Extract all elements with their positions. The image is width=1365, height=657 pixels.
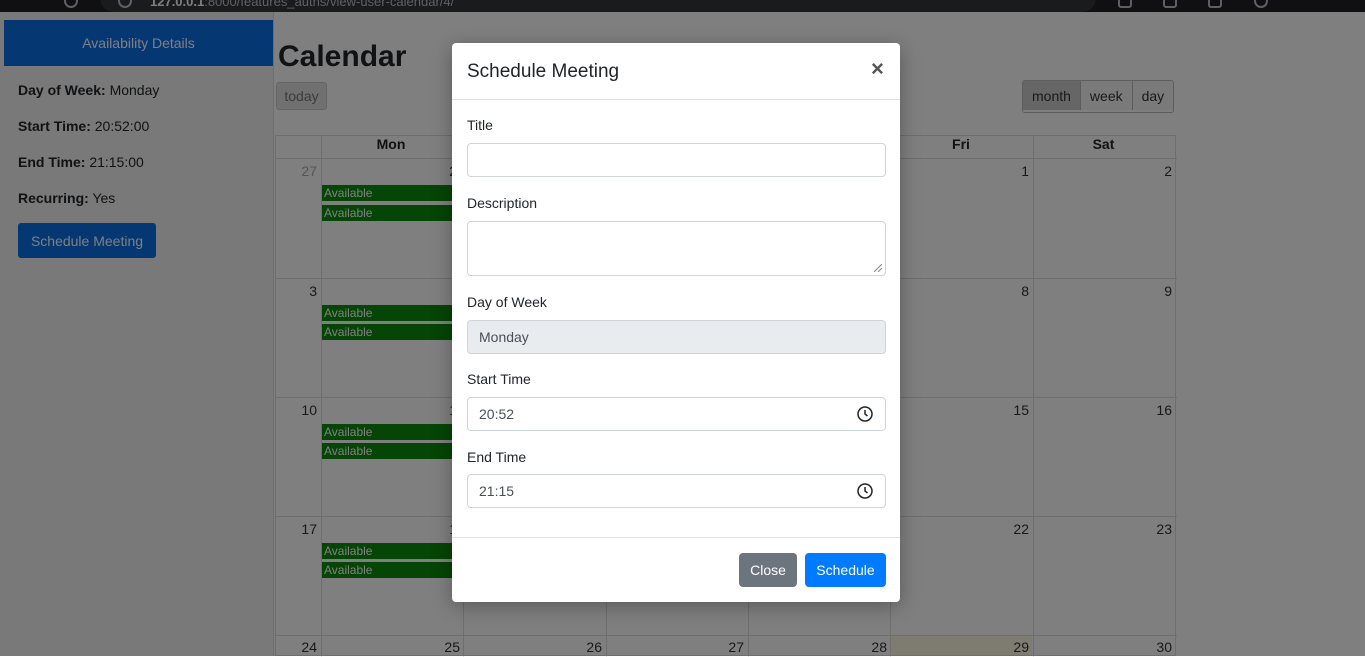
- schedule-meeting-modal: Schedule Meeting × Title Description Day…: [452, 43, 900, 602]
- close-button[interactable]: Close: [739, 553, 797, 587]
- modal-title: Schedule Meeting: [467, 61, 620, 82]
- modal-header: Schedule Meeting ×: [452, 43, 900, 100]
- schedule-button[interactable]: Schedule: [805, 553, 886, 587]
- start-time-label: Start Time: [467, 371, 531, 387]
- end-time-value: 21:15: [479, 483, 515, 499]
- day-of-week-field: Monday: [467, 320, 886, 354]
- description-textarea[interactable]: [467, 221, 886, 276]
- clock-icon[interactable]: [857, 483, 873, 499]
- description-label: Description: [467, 195, 538, 211]
- day-of-week-label: Day of Week: [467, 294, 547, 310]
- resize-grip-icon[interactable]: [874, 264, 882, 272]
- start-time-value: 20:52: [479, 406, 515, 422]
- clock-icon[interactable]: [857, 406, 873, 422]
- title-label: Title: [467, 117, 493, 133]
- title-input[interactable]: [467, 143, 886, 177]
- end-time-input[interactable]: 21:15: [467, 474, 886, 508]
- end-time-label: End Time: [467, 449, 527, 465]
- start-time-input[interactable]: 20:52: [467, 397, 886, 431]
- modal-footer: Close Schedule: [452, 537, 900, 603]
- close-icon[interactable]: ×: [871, 58, 884, 80]
